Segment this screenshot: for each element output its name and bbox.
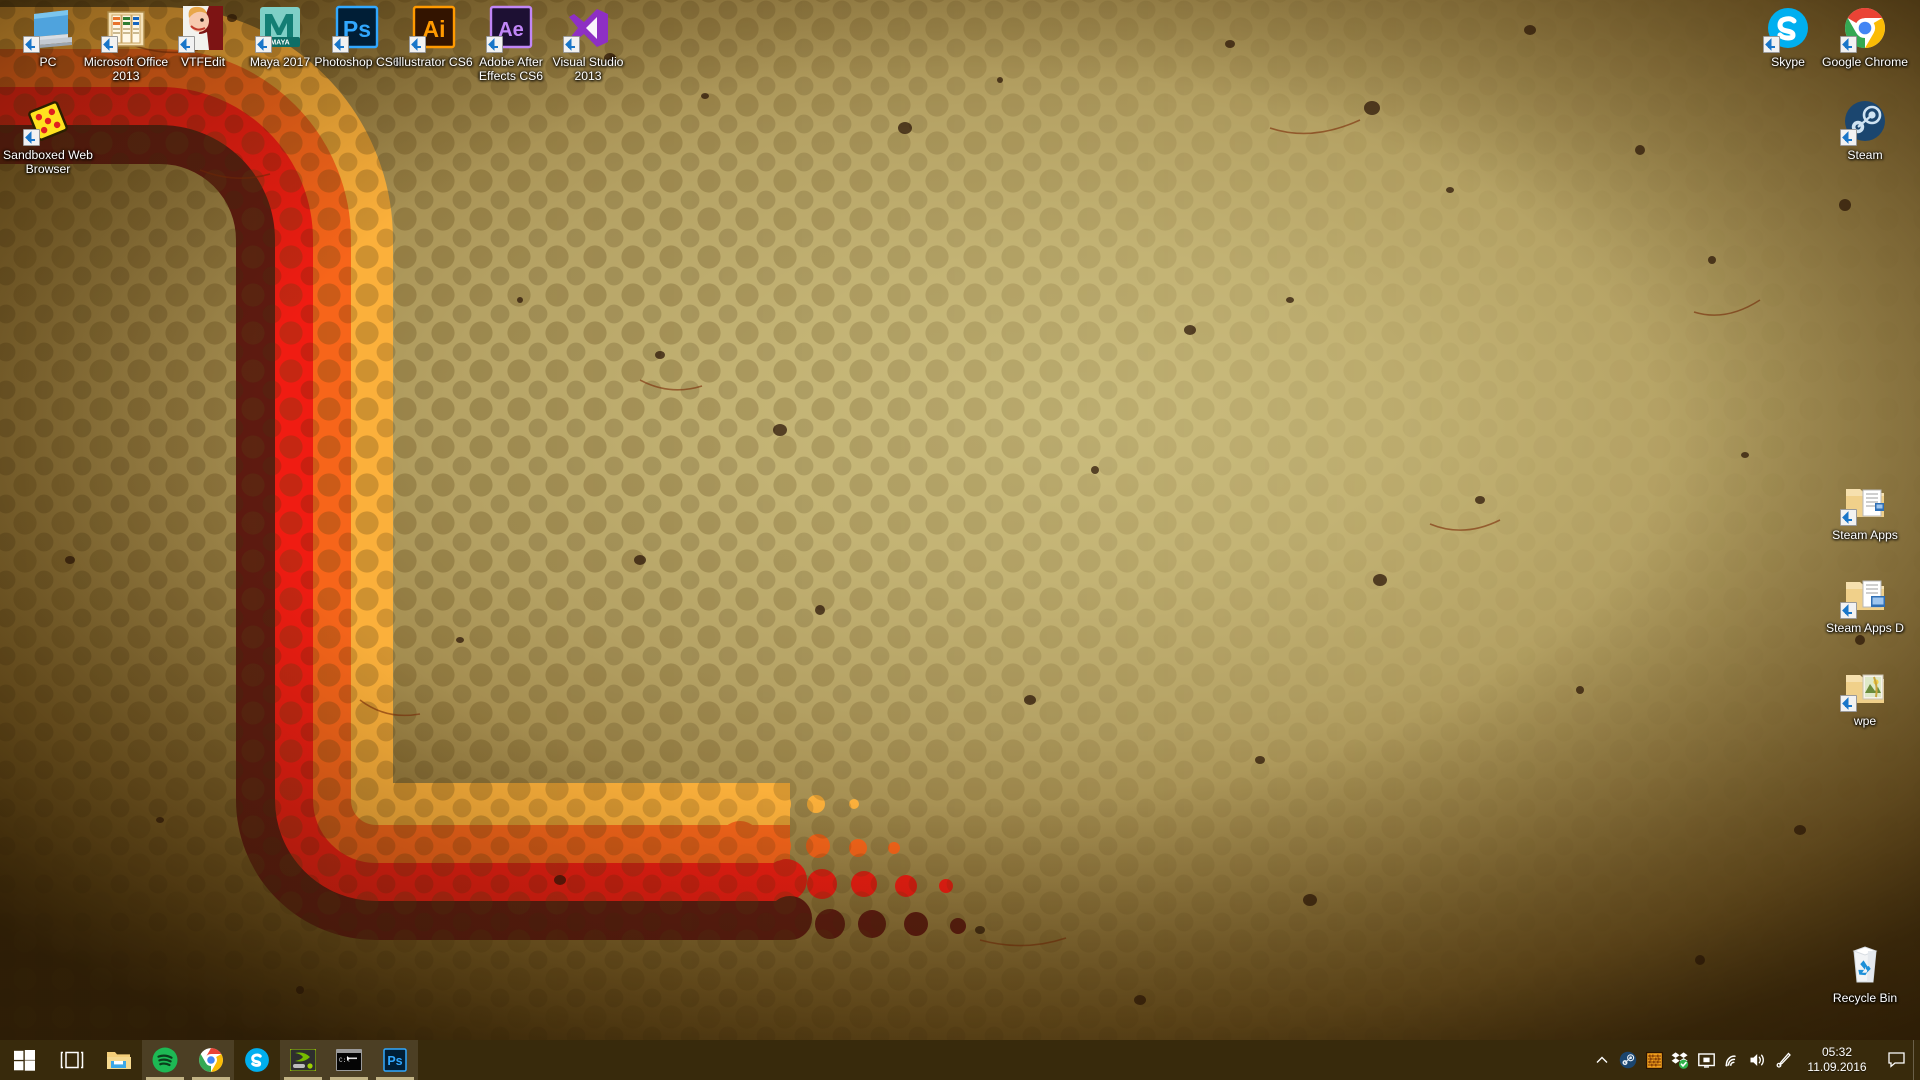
shortcut-overlay-icon	[255, 36, 272, 53]
google-chrome-icon	[1840, 4, 1889, 53]
desktop-icon-label: Sandboxed Web Browser	[3, 148, 93, 176]
task-view-button[interactable]	[48, 1040, 96, 1080]
svg-text:MAYA: MAYA	[270, 40, 289, 47]
taskbar-item-nvidia[interactable]	[280, 1040, 326, 1080]
this-pc-icon	[23, 4, 72, 53]
desktop-icon-label: Google Chrome	[1821, 55, 1909, 69]
steam-icon	[1840, 97, 1889, 146]
shortcut-overlay-icon	[563, 36, 580, 53]
desktop-icon-sandboxed-web-browser[interactable]: Sandboxed Web Browser	[0, 97, 96, 176]
taskbar-item-google-chrome[interactable]	[188, 1040, 234, 1080]
desktop-icon-label: Visual Studio 2013	[552, 55, 624, 83]
tray-icon-volume[interactable]	[1745, 1040, 1771, 1080]
photoshop-cs6-icon: Ps	[383, 1048, 407, 1072]
after-effects-cs6-icon: Ae	[486, 4, 535, 53]
tray-icon-network[interactable]	[1719, 1040, 1745, 1080]
shortcut-overlay-icon	[101, 36, 118, 53]
file-explorer-icon	[107, 1052, 131, 1069]
tray-icon-display[interactable]	[1693, 1040, 1719, 1080]
chevron-up-icon	[1596, 1056, 1608, 1063]
desktop-icon-label: Steam	[1847, 148, 1883, 162]
folder-shortcut-icon	[1840, 570, 1889, 619]
clock-time: 05:32	[1821, 1045, 1853, 1059]
command-prompt-icon: C:\	[336, 1049, 362, 1071]
google-chrome-icon	[199, 1048, 223, 1072]
folder-pictures-icon	[1840, 663, 1889, 712]
desktop-icon-wpe[interactable]: wpe	[1817, 663, 1913, 729]
desktop-icon-label: Recycle Bin	[1832, 991, 1898, 1005]
folder-shortcut-icon	[1840, 477, 1889, 526]
taskbar-item-photoshop[interactable]: Ps	[372, 1040, 418, 1080]
show-desktop-button[interactable]	[1913, 1040, 1920, 1080]
shortcut-overlay-icon	[178, 36, 195, 53]
shortcut-overlay-icon	[332, 36, 349, 53]
tray-icon-abacus[interactable]	[1641, 1040, 1667, 1080]
photoshop-cs6-icon: Ps	[332, 4, 381, 53]
taskbar-item-spotify[interactable]	[142, 1040, 188, 1080]
visual-studio-2013-icon	[563, 4, 612, 53]
shortcut-overlay-icon	[23, 129, 40, 146]
desktop-icon-label: wpe	[1853, 714, 1877, 728]
illustrator-cs6-icon: Ai	[409, 4, 458, 53]
clock-date: 11.09.2016	[1807, 1060, 1867, 1074]
wallpaper-vignette	[0, 0, 1920, 1040]
tray-icon-pen[interactable]	[1771, 1040, 1797, 1080]
pen-tray-icon	[1776, 1052, 1791, 1068]
desktop-icon-steam-apps-d[interactable]: Steam Apps D	[1817, 570, 1913, 636]
shortcut-overlay-icon	[409, 36, 426, 53]
recycle-bin-icon	[1841, 940, 1889, 988]
desktop-icon-visual-studio-2013[interactable]: Visual Studio 2013	[540, 4, 636, 83]
desktop-icon-steam-apps[interactable]: Steam Apps	[1817, 477, 1913, 543]
shortcut-overlay-icon	[1840, 602, 1857, 619]
sandboxie-icon	[23, 97, 72, 146]
microsoft-office-2013-icon	[101, 4, 150, 53]
taskbar-clock[interactable]: 05:32 11.09.2016	[1797, 1040, 1879, 1080]
tray-show-hidden-icons-button[interactable]	[1589, 1040, 1615, 1080]
skype-icon	[1763, 4, 1812, 53]
desktop[interactable]: PC Microsoft Office 2013 VTFEdit MAYA Ma…	[0, 0, 1920, 1040]
shortcut-overlay-icon	[1840, 36, 1857, 53]
volume-tray-icon	[1750, 1054, 1764, 1066]
desktop-icon-label: Steam Apps	[1832, 528, 1898, 542]
desktop-icon-recycle-bin[interactable]: Recycle Bin	[1817, 940, 1913, 1006]
shortcut-overlay-icon	[486, 36, 503, 53]
skype-icon	[245, 1048, 269, 1072]
desktop-icon-google-chrome[interactable]: Google Chrome	[1817, 4, 1913, 70]
shortcut-overlay-icon	[1840, 695, 1857, 712]
taskbar-item-file-explorer[interactable]	[96, 1040, 142, 1080]
abacus-tray-icon	[1645, 1051, 1663, 1069]
display-tray-icon	[1697, 1052, 1715, 1068]
notification-icon	[1887, 1052, 1905, 1068]
desktop-icon-label: Steam Apps D	[1826, 621, 1904, 635]
windows-logo-icon	[13, 1049, 35, 1071]
wifi-tray-icon	[1725, 1055, 1736, 1067]
shortcut-overlay-icon	[1763, 36, 1780, 53]
svg-text:Ps: Ps	[387, 1054, 402, 1068]
tray-icon-steam[interactable]	[1615, 1040, 1641, 1080]
desktop-icon-steam[interactable]: Steam	[1817, 97, 1913, 163]
task-view-icon	[60, 1051, 84, 1069]
steam-tray-icon	[1619, 1051, 1637, 1069]
taskbar[interactable]: C:\ Ps 05:32 11.09.2016	[0, 1040, 1920, 1080]
shortcut-overlay-icon	[1840, 509, 1857, 526]
vtfedit-icon	[178, 4, 227, 53]
dropbox-tray-icon	[1671, 1052, 1689, 1069]
taskbar-item-skype[interactable]	[234, 1040, 280, 1080]
start-button[interactable]	[0, 1040, 48, 1080]
shortcut-overlay-icon	[1840, 129, 1857, 146]
nvidia-icon	[290, 1049, 316, 1071]
taskbar-item-command-prompt[interactable]: C:\	[326, 1040, 372, 1080]
maya-2017-icon: MAYA	[255, 4, 304, 53]
system-tray[interactable]: 05:32 11.09.2016	[1589, 1040, 1920, 1080]
tray-icon-dropbox[interactable]	[1667, 1040, 1693, 1080]
shortcut-overlay-icon	[23, 36, 40, 53]
action-center-button[interactable]	[1879, 1040, 1913, 1080]
spotify-icon	[152, 1047, 178, 1073]
